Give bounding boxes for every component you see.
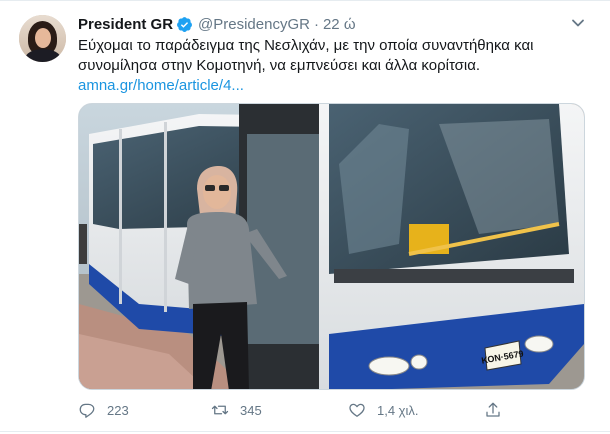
retweet-count: 345 xyxy=(240,402,262,418)
reply-action[interactable]: 223 xyxy=(78,400,129,420)
author-handle[interactable]: @PresidencyGR xyxy=(198,16,310,33)
avatar[interactable] xyxy=(19,15,66,62)
share-icon[interactable] xyxy=(484,401,502,419)
tweet-text-line-1: Εύχομαι το παράδειγμα της Νεσλιχάν, με τ… xyxy=(78,37,534,54)
share-action[interactable] xyxy=(484,400,502,420)
heart-icon[interactable] xyxy=(348,401,366,419)
retweet-action[interactable]: 345 xyxy=(211,400,262,420)
dot-separator: · xyxy=(313,15,319,33)
top-divider xyxy=(0,0,610,1)
tweet-photo[interactable]: ΚΟΝ·5679 xyxy=(78,103,585,390)
photo-illustration: ΚΟΝ·5679 xyxy=(79,104,584,389)
author-name[interactable]: President GR xyxy=(78,16,173,33)
retweet-icon[interactable] xyxy=(211,401,229,419)
chevron-down-icon[interactable] xyxy=(571,16,585,30)
tweet-actions: 223 345 1,4 χιλ. xyxy=(78,400,500,420)
verified-badge-icon xyxy=(177,16,193,32)
like-action[interactable]: 1,4 χιλ. xyxy=(348,400,419,420)
tweet-header: President GR @PresidencyGR · 22 ώ xyxy=(78,14,356,34)
reply-icon[interactable] xyxy=(78,401,96,419)
tweet-card[interactable]: President GR @PresidencyGR · 22 ώ Εύχομα… xyxy=(0,0,610,434)
tweet-timestamp[interactable]: 22 ώ xyxy=(323,16,356,33)
like-count: 1,4 χιλ. xyxy=(377,402,419,418)
tweet-text: Εύχομαι το παράδειγμα της Νεσλιχάν, με τ… xyxy=(78,36,578,96)
article-link[interactable]: amna.gr/home/article/4... xyxy=(78,76,578,96)
bottom-divider xyxy=(0,431,610,432)
tweet-text-line-2: συνομίλησα στην Κομοτηνή, να εμπνεύσει κ… xyxy=(78,57,481,74)
reply-count: 223 xyxy=(107,402,129,418)
